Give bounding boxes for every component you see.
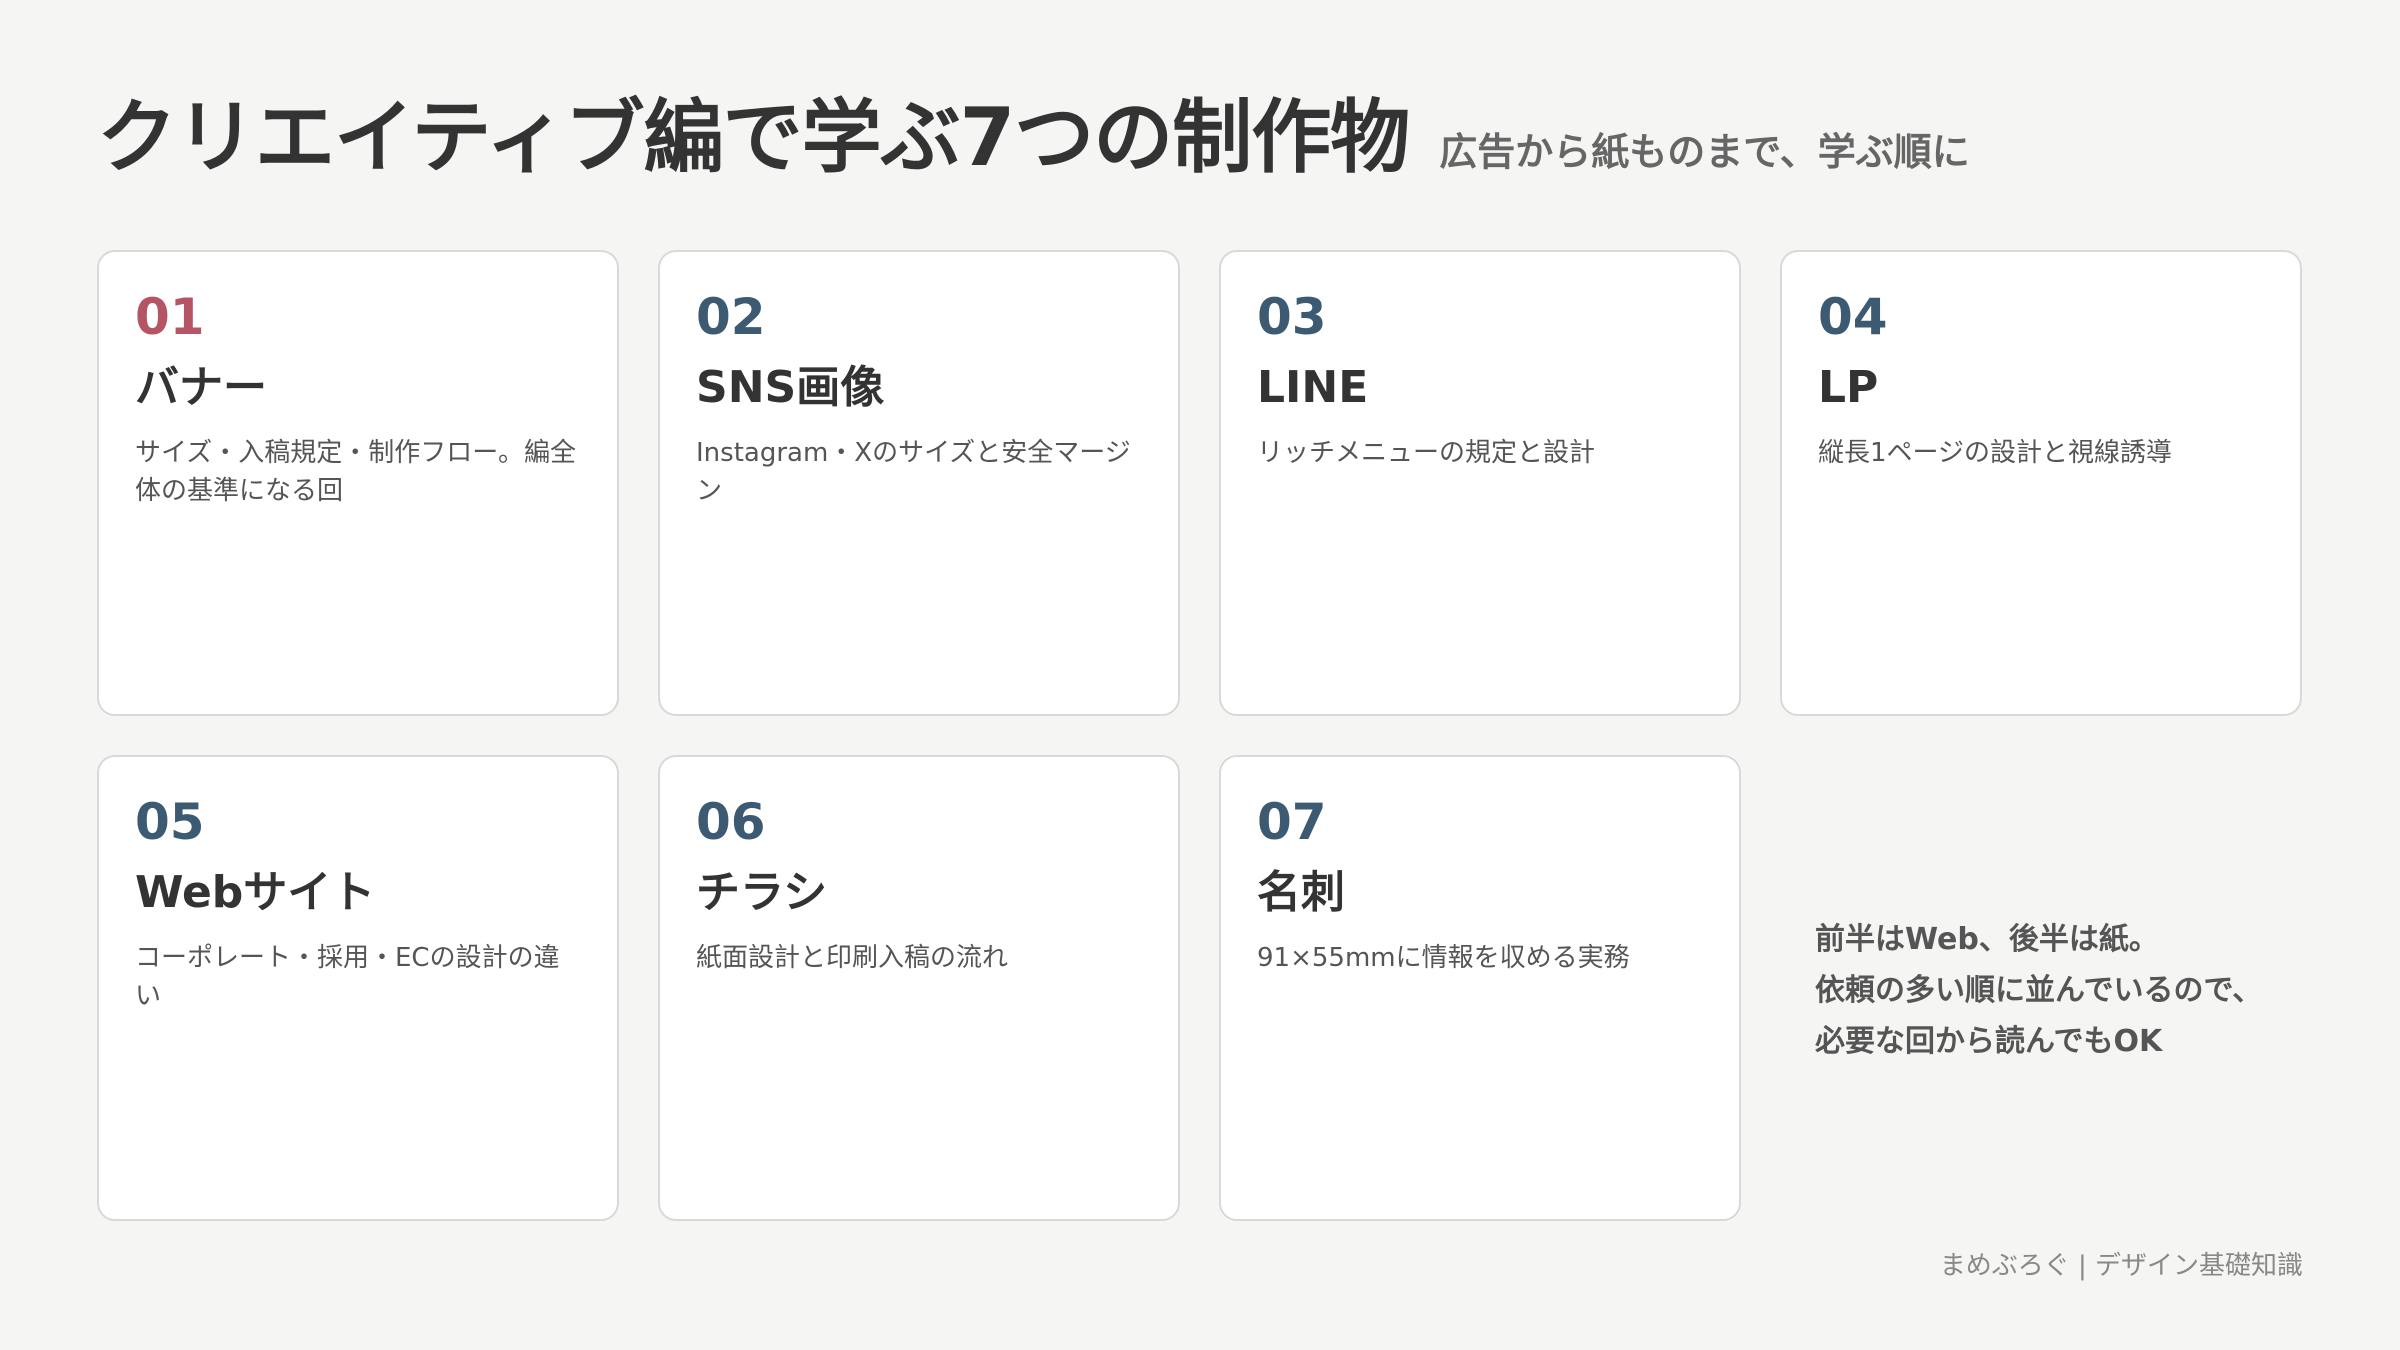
page-header: クリエイティブ編で学ぶ7つの制作物 広告から紙ものまで、学ぶ順に <box>97 98 1970 178</box>
card-description: 縦長1ページの設計と視線誘導 <box>1818 438 2173 468</box>
card-lp: 04 LP 縦長1ページの設計と視線誘導 <box>1780 250 2302 716</box>
card-flyer: 06 チラシ 紙面設計と印刷入稿の流れ <box>658 755 1180 1221</box>
note-line: 依頼の多い順に並んでいるので、 <box>1815 973 2263 1008</box>
card-title: バナー <box>135 362 267 413</box>
card-title: 名刺 <box>1257 867 1345 918</box>
card-line: 03 LINE リッチメニューの規定と設計 <box>1219 250 1741 716</box>
card-description: Instagram・Xのサイズと安全マージン <box>696 438 1131 506</box>
card-number: 06 <box>696 793 766 851</box>
card-number: 03 <box>1257 288 1327 346</box>
card-banner: 01 バナー サイズ・入稿規定・制作フロー。編全体の基準になる回 <box>97 250 619 716</box>
card-description: 91×55mmに情報を収める実務 <box>1257 943 1630 973</box>
card-description: リッチメニューの規定と設計 <box>1257 438 1596 468</box>
card-title: チラシ <box>696 867 828 918</box>
reading-guide-note: 前半はWeb、後半は紙。 依頼の多い順に並んでいるので、 必要な回から読んでもO… <box>1815 914 2262 1067</box>
card-title: LINE <box>1257 362 1369 413</box>
card-number: 01 <box>135 288 205 346</box>
card-description: 紙面設計と印刷入稿の流れ <box>696 943 1009 973</box>
card-description: サイズ・入稿規定・制作フロー。編全体の基準になる回 <box>135 438 576 506</box>
card-business-card: 07 名刺 91×55mmに情報を収める実務 <box>1219 755 1741 1221</box>
card-number: 02 <box>696 288 766 346</box>
note-line: 必要な回から読んでもOK <box>1815 1024 2163 1059</box>
card-title: Webサイト <box>135 867 376 918</box>
card-number: 07 <box>1257 793 1327 851</box>
card-number: 05 <box>135 793 205 851</box>
page-title: クリエイティブ編で学ぶ7つの制作物 <box>97 91 1410 184</box>
note-line: 前半はWeb、後半は紙。 <box>1815 922 2159 957</box>
footer-credit: まめぶろぐ | デザイン基礎知識 <box>1939 1251 2303 1281</box>
card-number: 04 <box>1818 288 1888 346</box>
card-title: SNS画像 <box>696 362 885 413</box>
page-subtitle: 広告から紙ものまで、学ぶ順に <box>1439 130 1970 174</box>
card-description: コーポレート・採用・ECの設計の違い <box>135 943 560 1011</box>
card-website: 05 Webサイト コーポレート・採用・ECの設計の違い <box>97 755 619 1221</box>
card-title: LP <box>1818 362 1879 413</box>
card-sns-image: 02 SNS画像 Instagram・Xのサイズと安全マージン <box>658 250 1180 716</box>
